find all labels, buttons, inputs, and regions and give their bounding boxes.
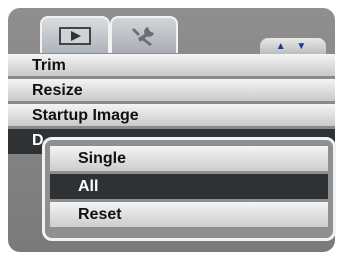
menu-item-label: Startup Image (32, 107, 139, 124)
submenu-item-single[interactable]: Single (50, 146, 328, 174)
submenu-item-reset[interactable]: Reset (50, 202, 328, 230)
play-icon (59, 26, 91, 45)
menu-item-label: Trim (32, 57, 66, 74)
submenu-item-all[interactable]: All (50, 174, 328, 202)
delete-submenu: Single All Reset (42, 137, 336, 241)
submenu-item-label: Reset (78, 206, 122, 223)
menu-item-label: Resize (32, 82, 83, 99)
menu-item-trim[interactable]: Trim (8, 54, 335, 79)
tab-setup[interactable] (110, 16, 178, 53)
menu-item-resize[interactable]: Resize (8, 79, 335, 104)
tab-playback[interactable] (40, 16, 110, 53)
submenu-item-label: Single (78, 150, 127, 167)
submenu-item-label: All (78, 178, 99, 195)
wrench-icon (132, 26, 154, 46)
scroll-indicator[interactable]: ▲ ▼ (260, 38, 326, 54)
up-down-arrows-icon: ▲ ▼ (275, 40, 311, 52)
menu-item-startup-image[interactable]: Startup Image (8, 104, 335, 129)
